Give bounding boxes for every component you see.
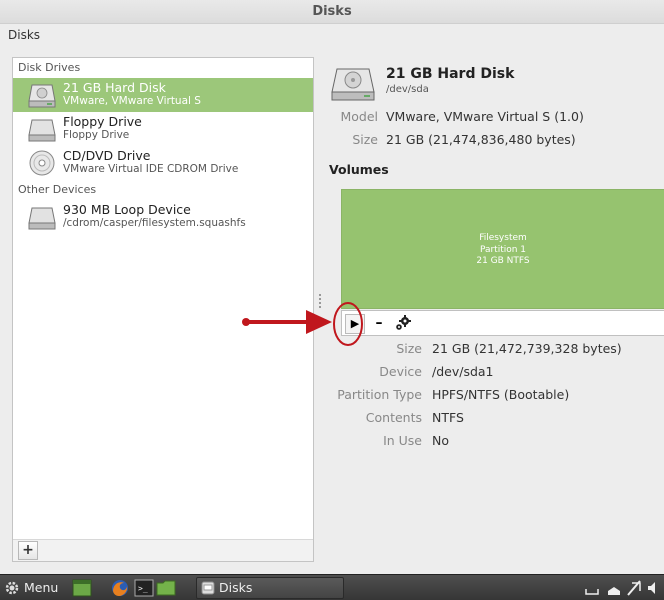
delete-partition-button[interactable]: – <box>372 313 386 333</box>
volume-prop-value: HPFS/NTFS (Bootable) <box>432 387 570 402</box>
drive-name: 21 GB Hard Disk <box>63 80 166 95</box>
user-tray-icon[interactable] <box>606 579 622 597</box>
volumes-heading: Volumes <box>329 162 389 177</box>
start-menu-label: Menu <box>24 580 59 595</box>
hard-disk-icon <box>28 84 56 108</box>
floppy-drive-icon <box>28 119 56 142</box>
section-header-other-devices: Other Devices <box>18 183 97 196</box>
partition-type-text: Filesystem <box>479 233 527 243</box>
volume-prop-value: No <box>432 433 449 448</box>
drive-item-hard-disk[interactable]: 21 GB Hard Disk VMware, VMware Virtual S <box>13 78 313 112</box>
network-tray-icon[interactable] <box>626 579 642 597</box>
taskbar-window-label: Disks <box>219 580 253 595</box>
window-title: Disks <box>312 4 352 19</box>
drive-item-loop-device[interactable]: 930 MB Loop Device /cdrom/casper/filesys… <box>13 200 313 234</box>
loop-device-icon <box>28 207 56 230</box>
optical-disc-icon <box>29 150 55 176</box>
partition-number-text: Partition 1 <box>479 244 527 255</box>
firefox-icon[interactable] <box>110 578 130 598</box>
app-menu[interactable]: Disks <box>8 28 40 42</box>
window-titlebar[interactable]: Disks <box>0 0 664 24</box>
disk-title: 21 GB Hard Disk <box>386 66 515 82</box>
volume-prop-label: Device <box>379 364 422 379</box>
files-folder-icon[interactable] <box>156 578 176 598</box>
volume-toolbar: ▶ – <box>341 310 664 336</box>
drive-name: 930 MB Loop Device <box>63 202 191 217</box>
start-menu-button[interactable]: Menu <box>4 577 58 599</box>
drive-subtitle: Floppy Drive <box>63 129 130 141</box>
disk-prop-value: 21 GB (21,474,836,480 bytes) <box>386 132 576 147</box>
disk-prop-label: Size <box>352 132 378 147</box>
volume-prop-label: In Use <box>383 433 422 448</box>
svg-text:>_: >_ <box>138 584 148 593</box>
disk-prop-value: VMware, VMware Virtual S (1.0) <box>386 109 584 124</box>
menubar: Disks <box>0 24 664 46</box>
sidebar-toolbar: + <box>13 539 313 561</box>
disk-prop-label: Model <box>340 109 378 124</box>
add-button[interactable]: + <box>18 541 38 560</box>
volume-prop-value: /dev/sda1 <box>432 364 494 379</box>
taskbar: Menu >_ Disks <box>0 574 664 600</box>
partition-block[interactable]: Filesystem Partition 1 21 GB NTFS <box>341 189 664 309</box>
terminal-icon[interactable]: >_ <box>134 578 154 598</box>
disks-app-icon <box>201 581 215 595</box>
volume-tray-icon[interactable] <box>646 579 662 597</box>
volume-prop-label: Contents <box>365 410 422 425</box>
show-desktop-icon[interactable] <box>72 578 92 598</box>
taskbar-window-disks[interactable]: Disks <box>196 577 344 599</box>
volume-prop-value: NTFS <box>432 410 464 425</box>
drive-subtitle: VMware Virtual IDE CDROM Drive <box>63 163 239 175</box>
drive-item-cd-dvd[interactable]: CD/DVD Drive VMware Virtual IDE CDROM Dr… <box>13 146 313 180</box>
drive-name: CD/DVD Drive <box>63 148 151 163</box>
annotation-circle-icon <box>333 302 363 346</box>
annotation-arrow-icon <box>242 310 332 334</box>
section-header-disk-drives: Disk Drives <box>18 61 81 74</box>
volume-prop-label: Partition Type <box>337 387 422 402</box>
disk-device-path: /dev/sda <box>386 84 429 95</box>
drive-item-floppy[interactable]: Floppy Drive Floppy Drive <box>13 112 313 146</box>
keyboard-tray-icon[interactable] <box>584 579 600 597</box>
menu-gear-icon <box>5 581 19 595</box>
partition-label: Filesystem Partition 1 21 GB NTFS <box>342 233 664 268</box>
partition-size-text: 21 GB NTFS <box>476 256 530 266</box>
hard-disk-icon <box>331 68 375 101</box>
drive-subtitle: /cdrom/casper/filesystem.squashfs <box>63 217 246 229</box>
drive-subtitle: VMware, VMware Virtual S <box>63 95 201 107</box>
volume-prop-value: 21 GB (21,472,739,328 bytes) <box>432 341 622 356</box>
gear-icon[interactable] <box>394 314 412 332</box>
drive-name: Floppy Drive <box>63 114 142 129</box>
